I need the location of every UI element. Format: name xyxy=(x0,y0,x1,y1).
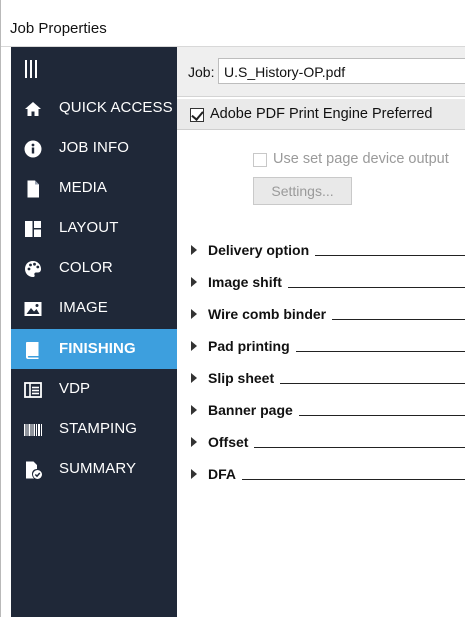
apee-row: Adobe PDF Print Engine Preferred xyxy=(177,99,465,130)
section-label: Wire comb binder xyxy=(208,306,333,322)
section-banner-page[interactable]: Banner page xyxy=(177,400,465,422)
section-label: Banner page xyxy=(208,402,299,418)
document-icon xyxy=(27,180,39,198)
sidebar-item-label: QUICK ACCESS xyxy=(59,99,173,116)
home-icon xyxy=(25,102,41,116)
title-bar: Job Properties xyxy=(1,0,465,47)
section-delivery-option[interactable]: Delivery option xyxy=(177,240,465,262)
section-label: DFA xyxy=(208,466,242,482)
settings-button[interactable]: Settings... xyxy=(253,177,352,205)
expand-arrow-icon xyxy=(191,245,197,255)
expand-arrow-icon xyxy=(191,469,197,479)
sidebar-item-job-info[interactable]: JOB INFO xyxy=(11,128,177,168)
expand-arrow-icon xyxy=(191,437,197,447)
expand-arrow-icon xyxy=(191,277,197,287)
menu-toggle-icon[interactable] xyxy=(25,60,39,78)
job-label: Job: xyxy=(188,64,215,80)
job-bar: Job: U.S_History-OP.pdf xyxy=(177,47,465,97)
checkmark-icon xyxy=(191,108,204,121)
device-output-checkbox[interactable] xyxy=(253,153,267,167)
sidebar-item-label: JOB INFO xyxy=(59,139,129,156)
apee-checkbox[interactable] xyxy=(190,108,204,122)
summary-icon xyxy=(26,461,42,479)
expand-arrow-icon xyxy=(191,405,197,415)
sidebar-item-label: SUMMARY xyxy=(59,460,137,477)
vdp-icon xyxy=(24,382,42,398)
section-wire-comb-binder[interactable]: Wire comb binder xyxy=(177,304,465,326)
section-slip-sheet[interactable]: Slip sheet xyxy=(177,368,465,390)
job-name-field[interactable]: U.S_History-OP.pdf xyxy=(218,58,465,84)
sidebar-item-label: FINISHING xyxy=(59,340,136,357)
palette-icon xyxy=(25,261,41,277)
book-icon xyxy=(26,342,39,359)
sidebar-item-vdp[interactable]: VDP xyxy=(11,369,177,409)
finishing-panel: Job: U.S_History-OP.pdf Adobe PDF Print … xyxy=(177,47,465,617)
sidebar-item-label: MEDIA xyxy=(59,179,108,196)
sidebar-item-layout[interactable]: LAYOUT xyxy=(11,208,177,248)
section-dfa[interactable]: DFA xyxy=(177,464,465,486)
job-properties-window: Job Properties QUICK ACCESS JOB INFO MED… xyxy=(0,0,465,617)
section-label: Delivery option xyxy=(208,242,316,258)
info-icon xyxy=(24,140,42,158)
apee-label: Adobe PDF Print Engine Preferred xyxy=(210,106,433,122)
sidebar: QUICK ACCESS JOB INFO MEDIA LAYOUT COLOR… xyxy=(11,47,177,617)
sidebar-item-label: COLOR xyxy=(59,259,113,276)
sidebar-item-label: IMAGE xyxy=(59,299,108,316)
barcode-icon xyxy=(24,424,42,436)
sidebar-item-summary[interactable]: SUMMARY xyxy=(11,449,177,489)
section-pad-printing[interactable]: Pad printing xyxy=(177,336,465,358)
expand-arrow-icon xyxy=(191,341,197,351)
section-offset[interactable]: Offset xyxy=(177,432,465,454)
sidebar-item-quick-access[interactable]: QUICK ACCESS xyxy=(11,88,177,128)
sidebar-item-image[interactable]: IMAGE xyxy=(11,288,177,328)
layout-icon xyxy=(25,221,41,237)
sidebar-item-media[interactable]: MEDIA xyxy=(11,168,177,208)
expand-arrow-icon xyxy=(191,309,197,319)
window-title: Job Properties xyxy=(10,20,107,37)
expand-arrow-icon xyxy=(191,373,197,383)
sidebar-item-finishing[interactable]: FINISHING xyxy=(11,329,177,369)
section-label: Slip sheet xyxy=(208,370,281,386)
section-label: Offset xyxy=(208,434,255,450)
sidebar-item-label: STAMPING xyxy=(59,420,138,437)
section-label: Pad printing xyxy=(208,338,296,354)
section-label: Image shift xyxy=(208,274,288,290)
sidebar-item-color[interactable]: COLOR xyxy=(11,248,177,288)
section-divider xyxy=(208,479,465,480)
device-output-label: Use set page device output xyxy=(273,151,449,167)
sidebar-item-label: LAYOUT xyxy=(59,219,119,236)
section-image-shift[interactable]: Image shift xyxy=(177,272,465,294)
sidebar-item-label: VDP xyxy=(59,380,91,397)
sidebar-item-stamping[interactable]: STAMPING xyxy=(11,409,177,449)
image-icon xyxy=(24,302,42,316)
